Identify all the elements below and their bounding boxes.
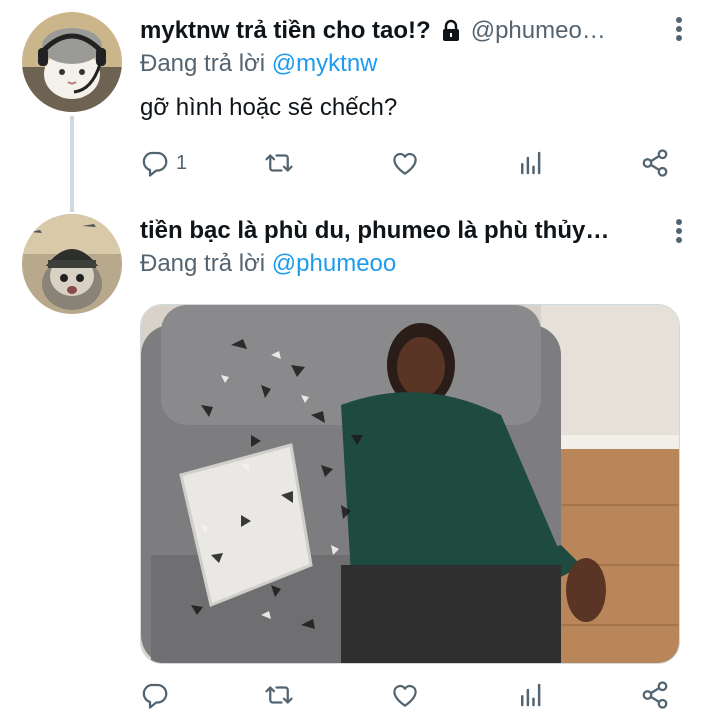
more-vertical-icon[interactable] xyxy=(669,216,689,246)
reply-icon xyxy=(140,680,170,710)
tweet-text: gỡ hình hoặc sẽ chếch? xyxy=(140,94,398,121)
display-name[interactable]: tiền bạc là phù du, phumeo là phù thủy… xyxy=(140,217,609,245)
replying-to: Đang trả lời @myktnw xyxy=(140,50,378,78)
display-name[interactable]: myktnw trả tiền cho tao!? xyxy=(140,17,431,45)
reply-mention-link[interactable]: @phumeoo xyxy=(272,250,396,277)
user-handle[interactable]: @phumeo… xyxy=(471,17,606,45)
lock-icon xyxy=(439,19,463,43)
reply-count: 1 xyxy=(176,151,188,174)
retweet-button[interactable] xyxy=(264,678,294,712)
reply-icon xyxy=(140,148,170,178)
tweet-actions xyxy=(140,678,680,712)
replying-to: Đang trả lời @phumeoo xyxy=(140,250,396,278)
thread-connector-line xyxy=(70,116,74,212)
person-disintegrating-meme-photo[interactable] xyxy=(140,304,680,664)
cat-with-helmet-avatar[interactable] xyxy=(22,214,122,314)
tweet-header: myktnw trả tiền cho tao!? @phumeo… xyxy=(140,14,606,48)
reply-button[interactable] xyxy=(140,678,170,712)
heart-icon xyxy=(390,680,420,710)
stats-button[interactable] xyxy=(516,146,546,180)
more-vertical-icon[interactable] xyxy=(669,14,689,44)
like-button[interactable] xyxy=(390,678,420,712)
share-button[interactable] xyxy=(640,146,670,180)
like-button[interactable] xyxy=(390,146,420,180)
share-icon xyxy=(640,680,670,710)
reply-button[interactable]: 1 xyxy=(140,146,187,180)
reply-prefix: Đang trả lời xyxy=(140,50,266,77)
tweet-header: tiền bạc là phù du, phumeo là phù thủy… xyxy=(140,214,609,248)
tweet-actions: 1 xyxy=(140,146,680,180)
stats-button[interactable] xyxy=(516,678,546,712)
cat-with-headset-avatar[interactable] xyxy=(22,12,122,112)
bar-chart-icon xyxy=(516,148,546,178)
retweet-icon xyxy=(264,680,294,710)
heart-icon xyxy=(390,148,420,178)
share-button[interactable] xyxy=(640,678,670,712)
retweet-button[interactable] xyxy=(264,146,294,180)
reply-prefix: Đang trả lời xyxy=(140,250,266,277)
share-icon xyxy=(640,148,670,178)
retweet-icon xyxy=(264,148,294,178)
bar-chart-icon xyxy=(516,680,546,710)
reply-mention-link[interactable]: @myktnw xyxy=(272,50,378,77)
